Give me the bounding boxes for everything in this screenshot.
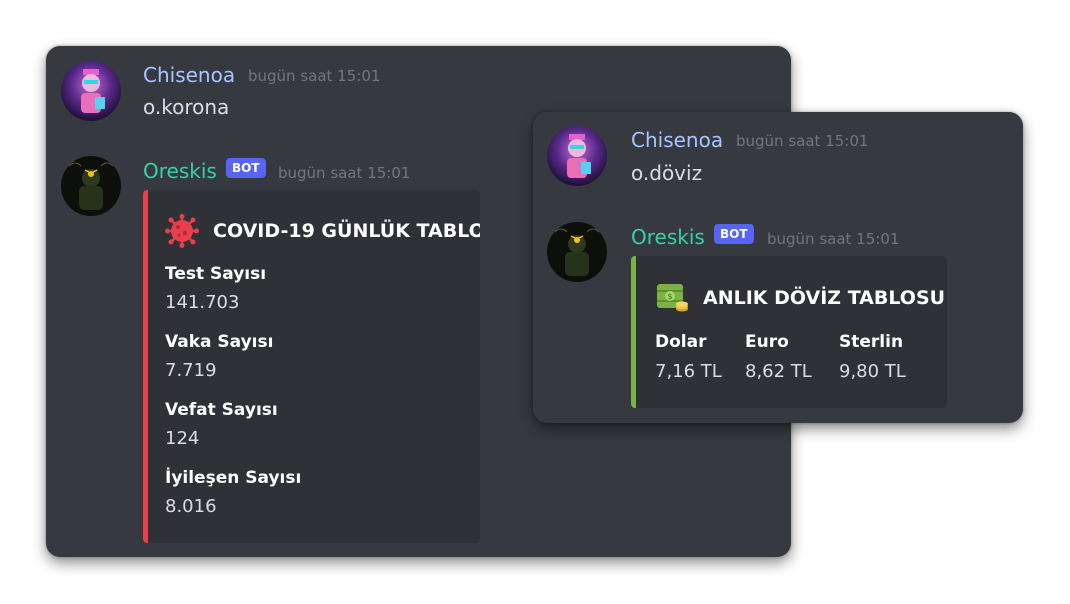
field-value: 7,16 TL <box>655 361 722 382</box>
avatar-chisenoa[interactable] <box>547 126 607 186</box>
timestamp: bugün saat 15:01 <box>248 67 381 85</box>
embed-accent-bar <box>631 256 636 408</box>
message-text: o.korona <box>143 95 230 119</box>
field-name: İyileşen Sayısı <box>165 468 302 488</box>
bot-tag: BOT <box>714 224 754 244</box>
username[interactable]: Oreskis <box>143 159 217 183</box>
doviz-embed: $ ANLIK DÖVİZ TABLOSU Dolar 7,16 TL Euro… <box>631 256 947 408</box>
field-name: Vaka Sayısı <box>165 332 274 352</box>
field-value: 141.703 <box>165 292 240 313</box>
username[interactable]: Oreskis <box>631 225 705 249</box>
virus-icon <box>165 214 199 252</box>
covid-embed: COVID-19 GÜNLÜK TABLO Test Sayısı 141.70… <box>143 190 480 543</box>
bot-tag: BOT <box>226 158 266 178</box>
chat-panel-doviz: Chisenoa bugün saat 15:01 o.döviz Oreski… <box>533 112 1023 423</box>
username[interactable]: Chisenoa <box>631 128 723 152</box>
field-value: 8,62 TL <box>745 361 812 382</box>
avatar-oreskis[interactable] <box>61 156 121 216</box>
avatar-chisenoa[interactable] <box>61 61 121 121</box>
svg-text:$: $ <box>667 292 672 301</box>
field-value: 9,80 TL <box>839 361 906 382</box>
money-icon: $ <box>655 280 689 318</box>
field-value: 124 <box>165 428 200 449</box>
field-name: Sterlin <box>839 332 904 352</box>
avatar-oreskis[interactable] <box>547 222 607 282</box>
timestamp: bugün saat 15:01 <box>278 164 411 182</box>
embed-title: ANLIK DÖVİZ TABLOSU <box>703 287 946 309</box>
field-value: 8.016 <box>165 496 217 517</box>
message-text: o.döviz <box>631 161 703 185</box>
username[interactable]: Chisenoa <box>143 63 235 87</box>
field-name: Euro <box>745 332 789 352</box>
embed-title: COVID-19 GÜNLÜK TABLO <box>213 220 480 242</box>
field-value: 7.719 <box>165 360 217 381</box>
field-name: Vefat Sayısı <box>165 400 278 420</box>
field-name: Dolar <box>655 332 707 352</box>
field-name: Test Sayısı <box>165 264 267 284</box>
timestamp: bugün saat 15:01 <box>767 230 900 248</box>
timestamp: bugün saat 15:01 <box>736 132 869 150</box>
embed-accent-bar <box>143 190 148 543</box>
